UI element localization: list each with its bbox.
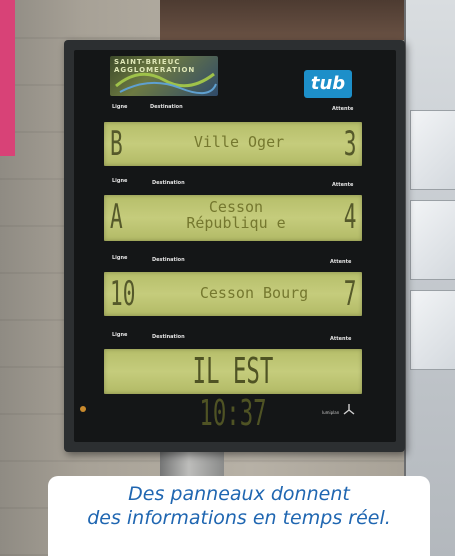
lcd-row: 10 Cesson Bourg 7: [104, 272, 362, 316]
header-destination: Destination: [152, 257, 185, 263]
header-ligne: Ligne: [112, 178, 128, 184]
lcd-row: A Cesson Républiqu e 4: [104, 195, 362, 241]
line-number: A: [110, 197, 123, 237]
logo-left-text: SAINT-BRIEUC AGGLOMERATION: [114, 58, 196, 74]
caption-box: Des panneaux donnent des informations en…: [48, 476, 430, 556]
destination-text: Cesson Républiqu e: [186, 198, 286, 232]
current-time-display: IL EST 10:37: [104, 351, 362, 435]
lcd-clock-row: IL EST 10:37: [104, 349, 362, 434]
header-destination: Destination: [152, 180, 185, 186]
caption-line-1: Des panneaux donnent: [128, 483, 350, 505]
manufacturer-logo-icon: [343, 404, 355, 415]
status-led-icon: [80, 406, 86, 412]
wait-minutes: 4: [343, 197, 356, 237]
clock-text: IL EST 10:37: [192, 351, 274, 434]
tub-logo: tub: [304, 70, 352, 98]
header-attente: Attente: [332, 106, 354, 112]
header-attente: Attente: [330, 259, 352, 265]
line-number: B: [110, 124, 123, 164]
header-attente: Attente: [332, 182, 354, 188]
wait-minutes: 7: [343, 274, 356, 314]
window-pane: [410, 110, 455, 190]
header-attente: Attente: [330, 336, 352, 342]
lcd-row: B Ville Oger 3: [104, 122, 362, 166]
line-number: 10: [110, 274, 136, 314]
destination-text: Ville Oger: [193, 133, 285, 151]
manufacturer-label: lumiplan: [322, 410, 340, 415]
photo-scene: SAINT-BRIEUC AGGLOMERATION tub Ligne Des…: [0, 0, 455, 556]
caption-line-2: des informations en temps réel.: [87, 507, 391, 529]
header-ligne: Ligne: [112, 332, 128, 338]
pink-accent-tab: [0, 0, 15, 156]
window-pane: [410, 200, 455, 280]
window-pane: [410, 290, 455, 370]
header-ligne: Ligne: [112, 255, 128, 261]
header-destination: Destination: [150, 104, 183, 110]
destination-text: Cesson Bourg: [199, 284, 309, 302]
header-destination: Destination: [152, 334, 185, 340]
wait-minutes: 3: [343, 124, 356, 164]
header-ligne: Ligne: [112, 104, 128, 110]
saint-brieuc-logo: SAINT-BRIEUC AGGLOMERATION: [110, 56, 218, 96]
